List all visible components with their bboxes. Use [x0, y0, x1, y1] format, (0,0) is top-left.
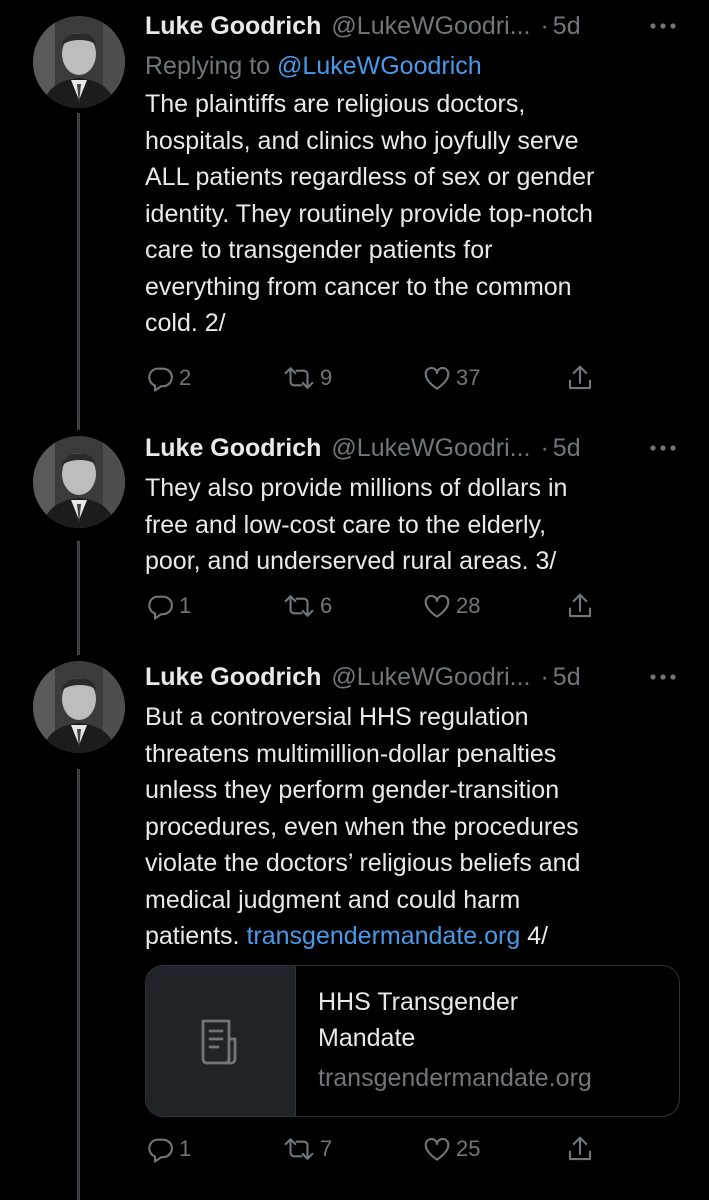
reply-button[interactable]: 1	[145, 1131, 191, 1167]
like-count: 37	[456, 365, 481, 390]
timestamp[interactable]: 5d	[553, 657, 581, 697]
separator-dot: ·	[540, 663, 549, 691]
link-card[interactable]: HHS Transgender Mandate transgendermanda…	[145, 965, 680, 1117]
tweet-header: Luke Goodrich @LukeWGoodri... · 5d	[145, 657, 679, 697]
author-name[interactable]: Luke Goodrich	[145, 657, 321, 697]
tweet-header: Luke Goodrich @LukeWGoodri... · 5d	[145, 6, 679, 46]
heart-icon	[424, 1137, 450, 1161]
share-button[interactable]	[565, 588, 599, 624]
action-bar: 1 7 25	[145, 1131, 605, 1167]
text-line: They also provide millions of dollars in	[145, 474, 568, 502]
text-line: The plaintiffs are religious doctors,	[145, 90, 526, 118]
author-handle[interactable]: @LukeWGoodri...	[331, 657, 530, 697]
author-name[interactable]: Luke Goodrich	[145, 428, 321, 468]
separator-dot: ·	[540, 12, 549, 40]
timestamp[interactable]: 5d	[553, 428, 581, 468]
retweet-icon	[284, 1138, 314, 1160]
text-line: procedures, even when the procedures	[145, 812, 579, 841]
text-line: poor, and underserved rural areas. 3/	[145, 547, 557, 575]
card-title-line: Mandate	[318, 1024, 416, 1052]
like-count: 28	[456, 593, 481, 618]
more-options-icon[interactable]	[649, 6, 677, 46]
text-fragment: patients.	[145, 922, 240, 950]
mention-link[interactable]: @LukeWGoodrich	[277, 52, 482, 80]
text-line: identity. They routinely provide top-not…	[145, 199, 593, 228]
reply-count: 2	[179, 365, 192, 390]
card-thumbnail	[146, 966, 296, 1116]
replying-label: Replying to	[145, 52, 271, 80]
text-line: medical judgment and could harm	[145, 885, 521, 914]
text-line: unless they perform gender-transition	[145, 776, 560, 804]
action-bar: 2 9 37	[145, 360, 605, 396]
tweet-header: Luke Goodrich @LukeWGoodri... · 5d	[145, 428, 679, 468]
text-line: patients. transgendermandate.org 4/	[145, 918, 679, 955]
card-domain: transgendermandate.org	[318, 1064, 592, 1092]
reply-button[interactable]: 1	[145, 588, 191, 624]
author-name[interactable]: Luke Goodrich	[145, 6, 321, 46]
reply-icon	[148, 1138, 173, 1163]
retweet-count: 9	[320, 365, 333, 390]
reply-button[interactable]: 2	[145, 360, 191, 396]
reply-count: 1	[179, 593, 192, 618]
text-line: violate the doctors’ religious beliefs a…	[145, 849, 581, 877]
text-fragment: 4/	[527, 922, 549, 950]
heart-icon	[424, 594, 450, 618]
replying-to: Replying to @LukeWGoodrich	[145, 48, 679, 84]
share-button[interactable]	[565, 360, 599, 396]
tweet-3[interactable]: Luke Goodrich @LukeWGoodri... · 5d But a…	[0, 655, 709, 1200]
share-button[interactable]	[565, 1131, 599, 1167]
document-icon	[201, 1019, 236, 1065]
retweet-button[interactable]: 7	[282, 1131, 332, 1167]
text-line: cold. 2/	[145, 309, 226, 337]
text-line: free and low-cost care to the elderly,	[145, 510, 547, 539]
reply-count: 1	[179, 1136, 192, 1161]
url-link[interactable]: transgendermandate.org	[246, 922, 520, 950]
like-count: 25	[456, 1136, 481, 1161]
text-line: care to transgender patients for	[145, 236, 493, 264]
tweet-text: But a controversial HHS regulation threa…	[145, 699, 679, 955]
retweet-icon	[284, 367, 314, 389]
like-button[interactable]: 37	[422, 360, 480, 396]
like-button[interactable]: 28	[422, 588, 480, 624]
more-options-icon[interactable]	[649, 657, 677, 697]
separator-dot: ·	[540, 434, 549, 462]
reply-icon	[148, 595, 173, 620]
card-title-line: HHS Transgender	[318, 988, 519, 1016]
tweet-text: They also provide millions of dollars in…	[145, 470, 679, 580]
tweet-2[interactable]: Luke Goodrich @LukeWGoodri... · 5d They …	[0, 430, 709, 655]
avatar[interactable]	[33, 16, 125, 108]
tweet-1[interactable]: Luke Goodrich @LukeWGoodri... · 5d Reply…	[0, 0, 709, 430]
retweet-button[interactable]: 9	[282, 360, 332, 396]
action-bar: 1 6 28	[145, 588, 605, 624]
text-line: everything from cancer to the common	[145, 272, 572, 301]
share-icon	[568, 365, 592, 390]
timestamp[interactable]: 5d	[553, 6, 581, 46]
more-options-icon[interactable]	[649, 428, 677, 468]
tweet-text: The plaintiffs are religious doctors, ho…	[145, 86, 679, 342]
retweet-button[interactable]: 6	[282, 588, 332, 624]
author-handle[interactable]: @LukeWGoodri...	[331, 6, 530, 46]
text-line: hospitals, and clinics who joyfully serv…	[145, 126, 579, 155]
heart-icon	[424, 366, 450, 390]
share-icon	[568, 1136, 592, 1161]
avatar[interactable]	[33, 661, 125, 753]
like-button[interactable]: 25	[422, 1131, 480, 1167]
share-icon	[568, 593, 592, 618]
text-line: threatens multimillion-dollar penalties	[145, 739, 557, 768]
text-line: ALL patients regardless of sex or gender	[145, 163, 595, 191]
retweet-count: 6	[320, 593, 333, 618]
card-text: HHS Transgender Mandate transgendermanda…	[318, 984, 663, 1096]
author-handle[interactable]: @LukeWGoodri...	[331, 428, 530, 468]
avatar[interactable]	[33, 436, 125, 528]
text-line: But a controversial HHS regulation	[145, 703, 529, 731]
retweet-count: 7	[320, 1136, 333, 1161]
card-title: HHS Transgender Mandate	[318, 984, 663, 1056]
retweet-icon	[284, 595, 314, 617]
reply-icon	[148, 367, 173, 392]
